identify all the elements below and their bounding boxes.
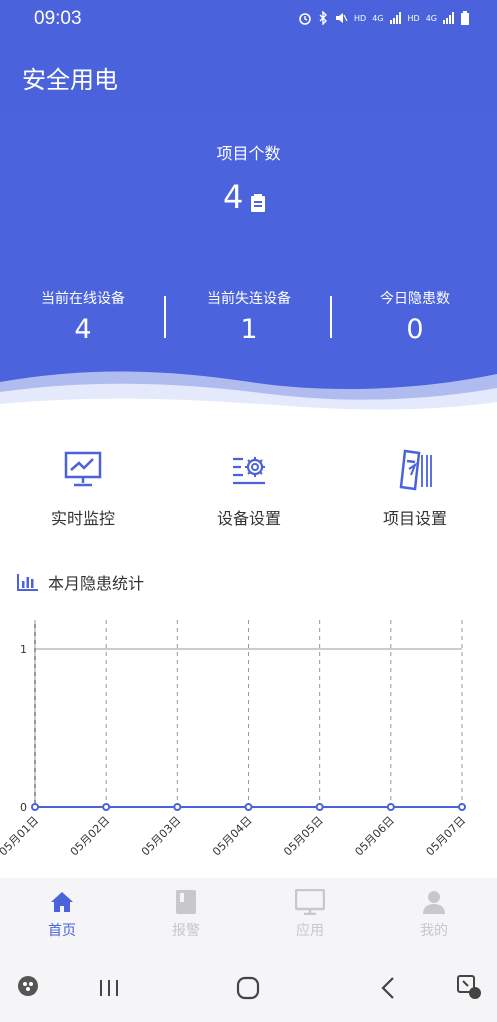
stat-label: 当前失连设备: [207, 291, 291, 307]
mute-icon: [336, 13, 348, 23]
data-point: [386, 803, 395, 811]
data-point: [244, 803, 253, 811]
monitor-chart-icon: [64, 451, 102, 487]
x-tick-label: 05月07日: [424, 814, 469, 859]
hazard-line-chart: 0 1 05月01日 05月02日 05月03日 05月04日 05月05日 05月06日 05…: [0, 620, 469, 859]
hd-label-2: HD: [407, 13, 420, 23]
status-bar: 09:03 HD 4G HD 4G: [0, 0, 497, 38]
clipboard-icon: [251, 194, 265, 212]
4g-label-1: 4G: [372, 13, 384, 23]
stat-value: 4: [74, 314, 92, 345]
nav-item-mine[interactable]: 我的: [372, 888, 496, 940]
nav-label: 我的: [420, 923, 448, 939]
home-icon: [51, 892, 73, 912]
data-point: [173, 803, 182, 811]
screenshot-tool-icon[interactable]: [456, 974, 482, 1000]
wave-decoration: [0, 371, 497, 420]
stat-value: 1: [240, 314, 258, 345]
person-icon: [423, 891, 445, 914]
project-settings-icon: [399, 449, 432, 491]
app-bar: 安全用电: [0, 38, 497, 110]
stat-label: 今日隐患数: [380, 291, 450, 307]
x-tick-label: 05月06日: [352, 814, 397, 859]
menu-label: 设备设置: [216, 509, 281, 528]
project-count-label: 项目个数: [216, 144, 281, 163]
alarm-book-icon: [176, 890, 196, 914]
bluetooth-icon: [319, 11, 328, 25]
assistant-icon[interactable]: [16, 974, 40, 998]
stat-offline-devices: 当前失连设备 1: [166, 288, 332, 345]
data-point: [458, 803, 466, 811]
system-nav-bar: [0, 954, 497, 1022]
x-tick-label: 05月04日: [210, 814, 255, 859]
menu-device-settings[interactable]: 设备设置: [166, 445, 332, 529]
bottom-nav: 首页 报警 应用 我的: [0, 878, 497, 954]
stat-label: 当前在线设备: [41, 291, 125, 307]
section-title: 本月隐患统计: [16, 570, 144, 594]
summary-panel: 项目个数 4 当前在线设备 4 当前失连设备 1 今日隐患数 0: [0, 110, 497, 420]
device-settings-icon: [233, 457, 265, 485]
project-count-value: 4: [223, 178, 244, 216]
nav-item-home[interactable]: 首页: [0, 888, 124, 940]
x-tick-label: 05月02日: [68, 814, 113, 859]
x-tick-label: 05月03日: [139, 814, 184, 859]
4g-label-2: 4G: [425, 13, 437, 23]
data-point: [315, 803, 324, 811]
menu-realtime-monitor[interactable]: 实时监控: [0, 445, 166, 529]
monitor-icon: [295, 889, 325, 915]
nav-item-apps[interactable]: 应用: [248, 888, 372, 940]
signal-icon: [443, 12, 454, 24]
back-icon[interactable]: [380, 976, 396, 1000]
data-point: [102, 803, 111, 811]
status-time: 09:03: [34, 8, 82, 29]
signal-icon: [389, 12, 401, 24]
menu-project-settings[interactable]: 项目设置: [332, 445, 497, 529]
nav-item-alarm[interactable]: 报警: [124, 888, 248, 940]
home-button-icon[interactable]: [236, 976, 260, 1000]
nav-label: 报警: [172, 923, 200, 939]
page-title: 安全用电: [22, 66, 118, 94]
nav-label: 应用: [296, 923, 324, 939]
data-point: [31, 803, 39, 811]
stat-value: 0: [406, 314, 424, 345]
x-tick-label: 05月01日: [0, 814, 41, 859]
menu-label: 项目设置: [382, 509, 447, 528]
bar-chart-icon: [17, 574, 38, 591]
recent-apps-icon[interactable]: [98, 978, 120, 998]
hd-label-1: HD: [354, 13, 367, 23]
y-tick-label: 0: [20, 801, 27, 814]
y-tick-label: 1: [20, 643, 27, 656]
alarm-icon: [299, 13, 311, 25]
x-tick-label: 05月05日: [281, 814, 326, 859]
section-title-text: 本月隐患统计: [48, 574, 145, 593]
stat-today-hazards: 今日隐患数 0: [332, 288, 497, 345]
status-icons: HD 4G HD 4G: [298, 11, 469, 25]
nav-label: 首页: [48, 923, 76, 939]
menu-label: 实时监控: [50, 509, 115, 528]
battery-icon: [461, 11, 469, 25]
stat-online-devices: 当前在线设备 4: [0, 288, 166, 345]
